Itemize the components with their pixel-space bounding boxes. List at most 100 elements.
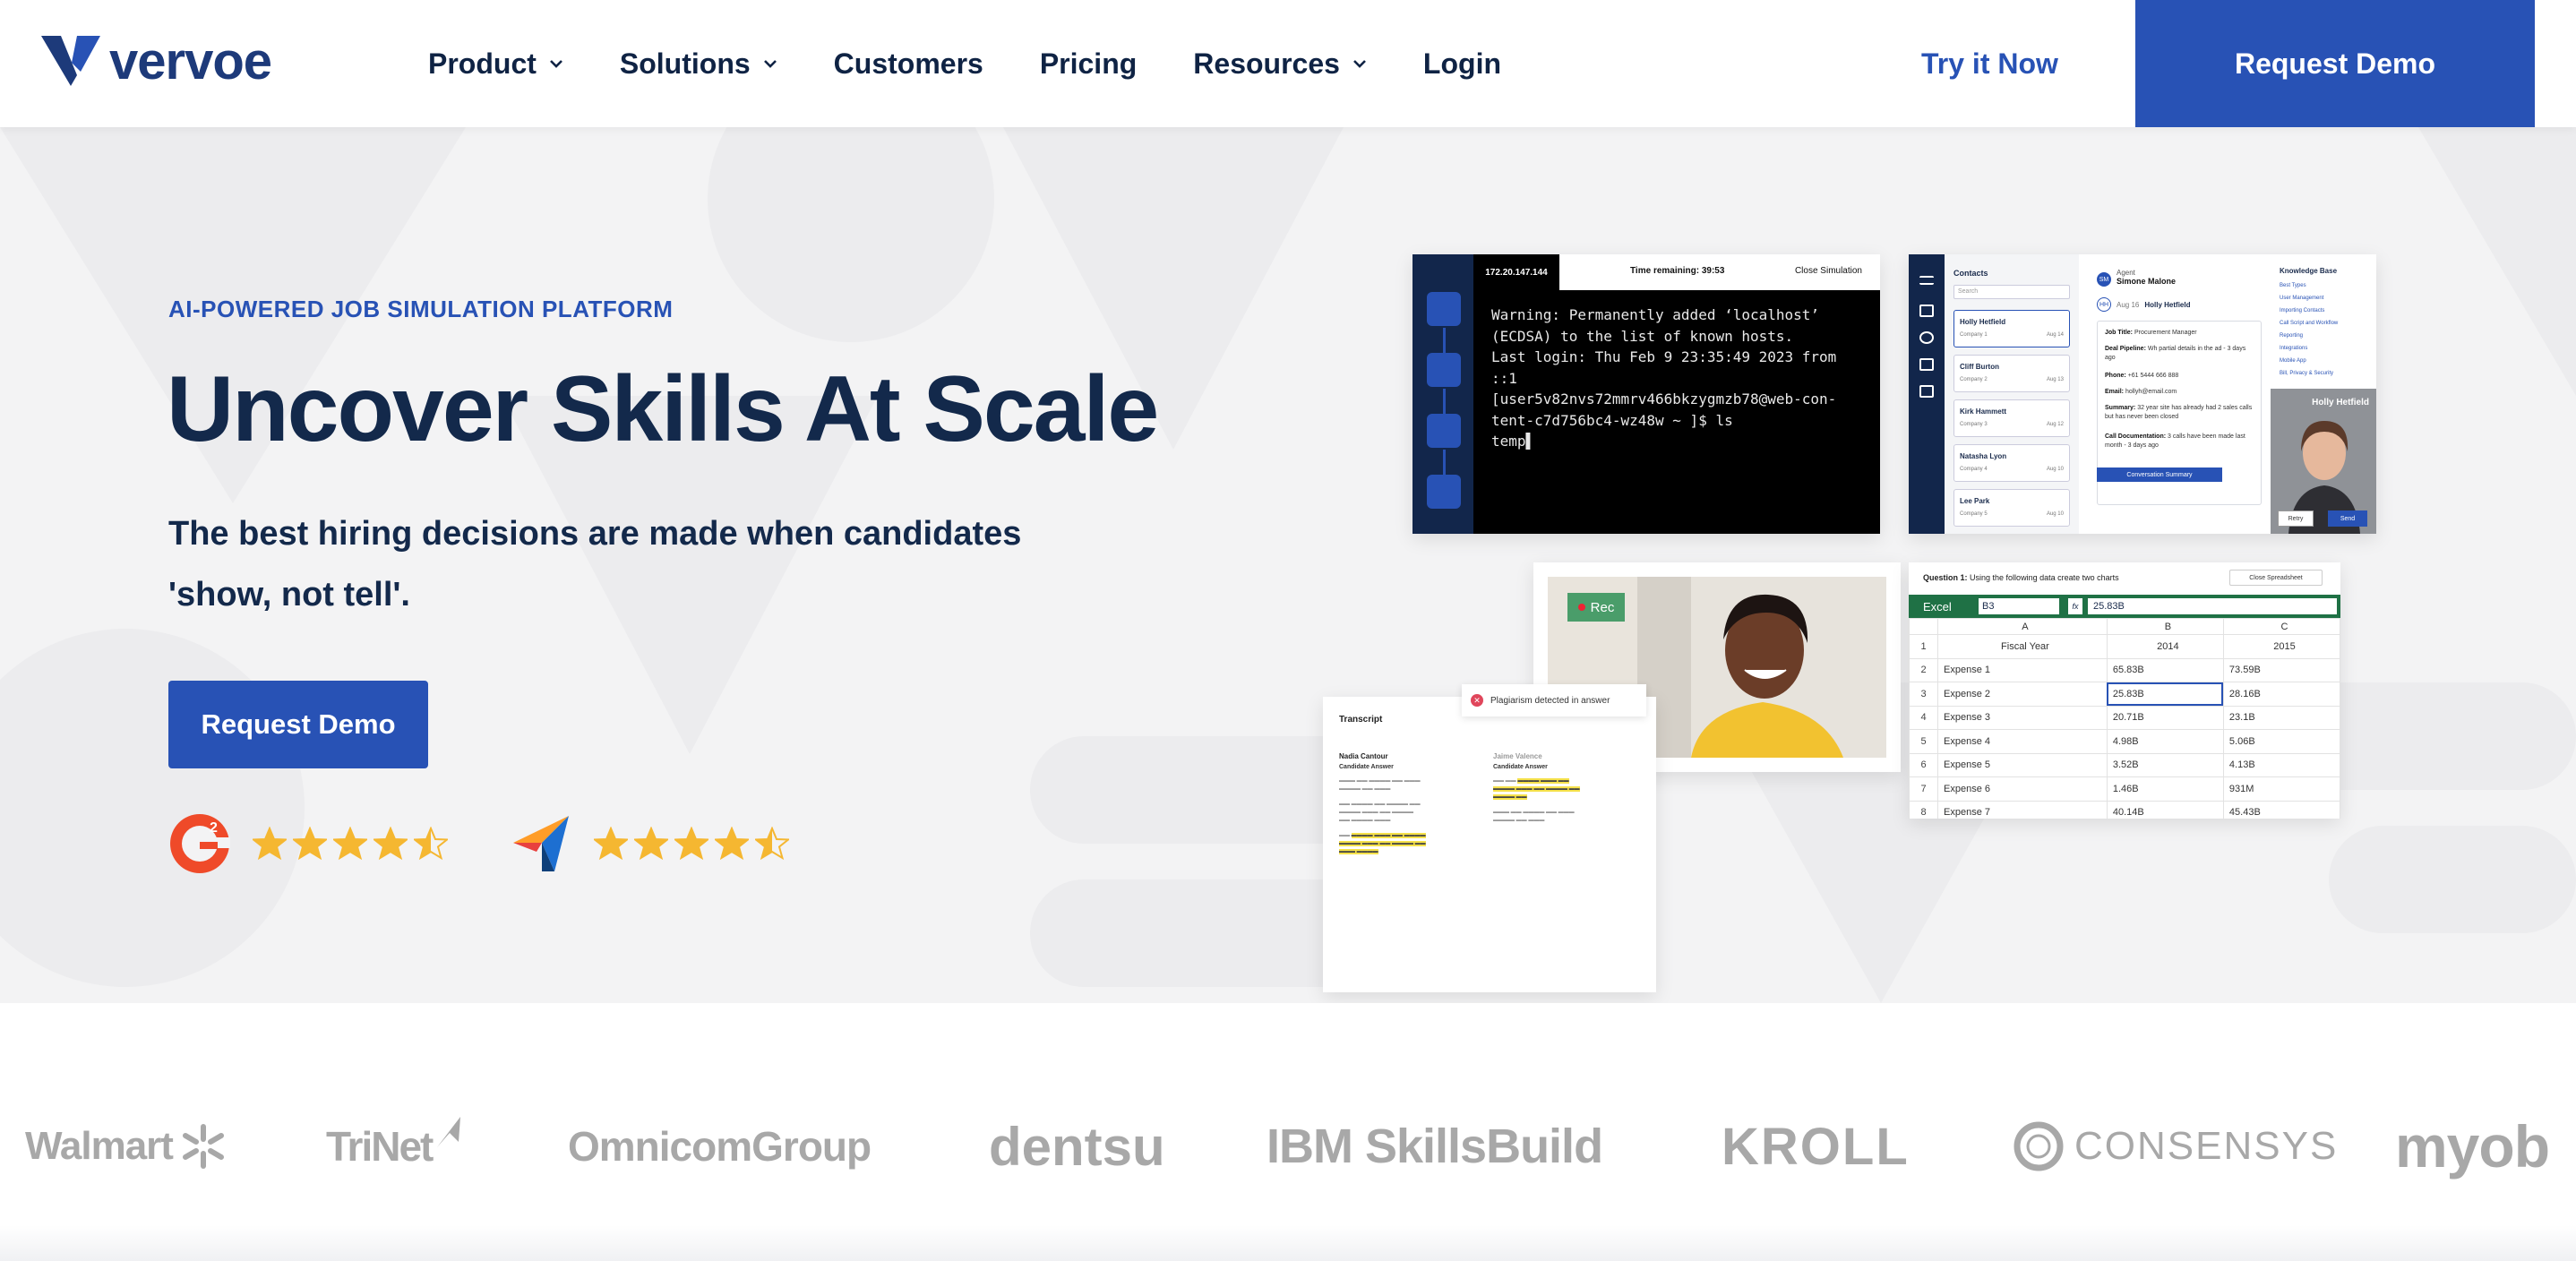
contact-name: Cliff Burton bbox=[1960, 363, 1999, 371]
candidate-answer-label: Candidate Answer bbox=[1493, 764, 1548, 770]
answer-text-highlight: ▬▬ ▬▬▬▬ ▬▬▬ ▬▬ ▬▬▬▬ ▬▬▬▬ ▬▬▬ ▬▬ ▬▬▬▬ ▬▬ ▬▬… bbox=[1339, 833, 1426, 854]
brand-name: TriNet bbox=[326, 1123, 434, 1170]
plagiarism-text: Plagiarism detected in answer bbox=[1490, 695, 1610, 706]
video-caller-name: Holly Hetfield bbox=[2312, 398, 2369, 407]
chevron-down-icon bbox=[763, 60, 777, 68]
send-button: Send bbox=[2328, 510, 2367, 527]
field-phone: Phone: +61 5444 666 888 bbox=[2105, 372, 2257, 381]
row-number: 4 bbox=[1909, 705, 1938, 730]
nav-login[interactable]: Login bbox=[1423, 47, 1501, 81]
myob-logo: myob bbox=[2395, 1111, 2550, 1182]
table-cell: Expense 6 bbox=[1937, 776, 2108, 802]
close-simulation-label: Close Simulation bbox=[1794, 266, 1862, 276]
column-header: A bbox=[1937, 618, 2108, 635]
row-number: 2 bbox=[1909, 657, 1938, 682]
field-key: Call Documentation: bbox=[2105, 433, 2167, 440]
table-cell: 20.71B bbox=[2106, 705, 2224, 730]
table-row: 5 Expense 4 4.98B 5.06B bbox=[1909, 729, 2340, 754]
omnicom-logo: OmnicomGroup bbox=[568, 1111, 872, 1182]
contact-card: Cliff Burton Company 2 Aug 13 bbox=[1953, 355, 2070, 392]
contact-card: Kirk Hammett Company 3 Aug 12 bbox=[1953, 399, 2070, 437]
nav-login-label: Login bbox=[1422, 47, 1501, 80]
retry-button: Retry bbox=[2278, 510, 2314, 527]
hero-headline: Uncover Skills At Scale bbox=[167, 357, 1159, 461]
column-header-row: A B C bbox=[1909, 618, 2340, 635]
spreadsheet-question: Question 1: Using the following data cre… bbox=[1923, 573, 2119, 582]
contact-card: Holly Hetfield Company 1 Aug 14 bbox=[1953, 310, 2070, 347]
kb-link: Integrations bbox=[2280, 346, 2308, 351]
contact-card: Natasha Lyon Company 4 Aug 10 bbox=[1953, 444, 2070, 482]
table-cell: Expense 3 bbox=[1937, 705, 2108, 730]
hero-section: AI-POWERED JOB SIMULATION PLATFORM Uncov… bbox=[0, 127, 2576, 1003]
contact-line-date: Aug 16 bbox=[2117, 301, 2140, 309]
consensys-logo: CONSENSYS bbox=[2012, 1111, 2338, 1182]
vervoe-logo[interactable]: vervoe bbox=[41, 32, 272, 90]
field-value: Procurement Manager bbox=[2134, 330, 2197, 336]
kb-link: Reporting bbox=[2280, 333, 2304, 339]
brand-name: OmnicomGroup bbox=[568, 1123, 872, 1170]
hero-request-demo-button[interactable]: Request Demo bbox=[168, 681, 428, 768]
nav-request-demo-button[interactable]: Request Demo bbox=[2135, 0, 2535, 127]
fx-icon: fx bbox=[2068, 598, 2082, 614]
warning-icon: ✕ bbox=[1471, 694, 1483, 707]
conversation-summary-button: Conversation Summary bbox=[2097, 468, 2222, 482]
walmart-spark-icon bbox=[182, 1124, 224, 1169]
nav-customers[interactable]: Customers bbox=[834, 47, 983, 81]
chat-icon bbox=[1919, 358, 1934, 371]
nav-solutions-label: Solutions bbox=[619, 47, 751, 80]
terminal-simulation-preview: 172.20.147.144 Time remaining: 39:53 Clo… bbox=[1413, 254, 1880, 534]
field-email: Email: hollyh@email.com bbox=[2105, 388, 2257, 397]
nav-product[interactable]: Product bbox=[428, 47, 563, 81]
star-full-icon bbox=[333, 827, 367, 861]
chevron-down-icon bbox=[549, 60, 562, 68]
table-cell: Expense 5 bbox=[1937, 752, 2108, 777]
terminal-timer: Time remaining: 39:53 bbox=[1630, 266, 1725, 276]
field-key: Job Title: bbox=[2105, 330, 2133, 336]
brand-name: IBM SkillsBuild bbox=[1267, 1119, 1603, 1173]
crm-contact-detail: SM Agent Simone Malone HH Aug 16 Holly He… bbox=[2079, 254, 2271, 534]
transcript-title: Transcript bbox=[1339, 715, 1383, 725]
terminal-output: Warning: Permanently added ‘localhost’ (… bbox=[1491, 306, 1837, 450]
question-label: Question 1: bbox=[1923, 573, 1968, 582]
table-cell: 28.16B bbox=[2222, 682, 2340, 707]
g2-stars bbox=[253, 827, 454, 861]
star-full-icon bbox=[293, 827, 327, 861]
field-key: Summary: bbox=[2105, 405, 2136, 411]
try-it-now-link[interactable]: Try it Now bbox=[1921, 0, 2058, 127]
transcript-column-right: Jaime Valence Candidate Answer ▬▬ ▬▬ ▬▬▬… bbox=[1493, 752, 1635, 825]
row-number: 6 bbox=[1909, 752, 1938, 777]
mail-icon bbox=[1919, 305, 1934, 317]
table-cell: 5.06B bbox=[2222, 729, 2340, 754]
star-half-icon bbox=[414, 827, 448, 861]
trinet-arrow-icon bbox=[437, 1117, 461, 1147]
ibm-skillsbuild-logo: IBM SkillsBuild bbox=[1267, 1111, 1603, 1182]
star-full-icon bbox=[594, 827, 628, 861]
table-cell: 4.98B bbox=[2106, 729, 2224, 754]
candidate-portrait-icon bbox=[1637, 577, 1886, 758]
table-cell: Fiscal Year bbox=[1937, 634, 2108, 659]
terminal-ip: 172.20.147.144 bbox=[1473, 254, 1559, 290]
table-cell: 2015 bbox=[2222, 634, 2340, 659]
nav-resources[interactable]: Resources bbox=[1193, 47, 1367, 81]
capterra-rating[interactable] bbox=[510, 812, 795, 875]
menu-icon bbox=[1919, 276, 1934, 285]
contact-company: Company 1 bbox=[1960, 332, 1988, 338]
contact-card: Lee Park Company 5 Aug 10 bbox=[1953, 489, 2070, 527]
star-full-icon bbox=[674, 827, 708, 861]
answer-text-highlight: ▬▬ ▬▬ ▬▬▬▬ ▬▬▬ ▬▬ ▬▬▬▬ ▬▬▬ ▬▬ ▬▬▬▬ ▬▬ ▬▬▬▬… bbox=[1493, 778, 1580, 800]
star-full-icon bbox=[253, 827, 287, 861]
row-number: 1 bbox=[1909, 634, 1938, 659]
nav-solutions[interactable]: Solutions bbox=[620, 47, 777, 81]
table-cell: 2014 bbox=[2106, 634, 2224, 659]
nav-pricing[interactable]: Pricing bbox=[1040, 47, 1137, 81]
table-cell: 23.1B bbox=[2222, 705, 2340, 730]
answer-text-placeholder: ▬▬▬ ▬▬ ▬▬▬▬ ▬▬ ▬▬▬ ▬▬▬▬ ▬▬ ▬▬▬ bbox=[1339, 778, 1421, 792]
transcript-column-left: Nadia Cantour Candidate Answer ▬▬▬ ▬▬ ▬▬… bbox=[1339, 752, 1481, 856]
kb-link: Mobile App bbox=[2280, 358, 2306, 364]
plagiarism-alert: ✕ Plagiarism detected in answer bbox=[1462, 684, 1646, 716]
g2-rating[interactable]: 2 bbox=[168, 812, 454, 875]
selected-cell: 25.83B bbox=[2106, 682, 2224, 707]
table-row: 7 Expense 6 1.46B 931M bbox=[1909, 776, 2340, 802]
field-call-doc: Call Documentation: 3 calls have been ma… bbox=[2105, 433, 2257, 450]
walmart-logo: Walmart bbox=[25, 1111, 227, 1182]
